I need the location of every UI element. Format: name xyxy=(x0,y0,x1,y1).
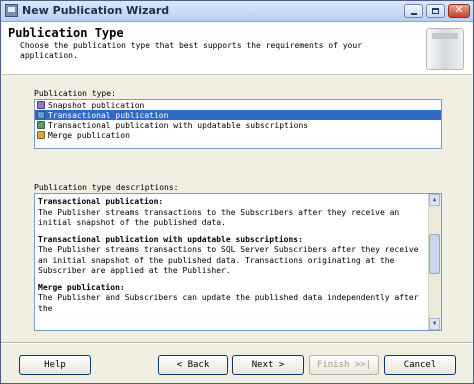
snapshot-publication-icon xyxy=(37,101,45,109)
description-scrollbar[interactable]: ▲ ▼ xyxy=(428,194,441,330)
description-text: The Publisher streams transactions to SQ… xyxy=(38,245,419,275)
description-title: Transactional publication: xyxy=(38,197,164,206)
wizard-header-graphic-icon xyxy=(426,28,464,70)
wizard-header: Publication Type Choose the publication … xyxy=(2,22,472,75)
minimize-icon xyxy=(411,13,417,15)
close-button[interactable]: ✕ xyxy=(448,3,470,18)
back-button[interactable]: < Back xyxy=(158,355,228,375)
footer-separator xyxy=(1,342,473,344)
description-box[interactable]: Transactional publication: The Publisher… xyxy=(34,193,442,331)
scroll-down-icon[interactable]: ▼ xyxy=(429,318,440,330)
publication-type-label: Publication type: xyxy=(34,89,116,98)
window-title: New Publication Wizard xyxy=(22,4,170,17)
publication-type-list[interactable]: Snapshot publication Transactional publi… xyxy=(34,99,442,149)
scroll-up-icon[interactable]: ▲ xyxy=(429,194,440,206)
list-item-label: Transactional publication xyxy=(48,110,169,120)
list-item-label: Snapshot publication xyxy=(48,100,145,110)
description-title: Transactional publication with updatable… xyxy=(38,234,303,244)
list-item-transactional-updatable[interactable]: Transactional publication with updatable… xyxy=(35,120,441,130)
descriptions-label: Publication type descriptions: xyxy=(34,183,179,192)
description-text: The Publisher and Subscribers can update… xyxy=(38,293,419,313)
list-item-merge[interactable]: Merge publication xyxy=(35,130,441,140)
list-item-label: Transactional publication with updatable… xyxy=(48,120,309,130)
wizard-app-icon xyxy=(5,4,18,17)
description-content: Transactional publication: The Publisher… xyxy=(38,197,426,314)
updatable-publication-icon xyxy=(37,121,45,129)
maximize-button[interactable] xyxy=(426,4,445,18)
description-title: Merge publication: xyxy=(38,282,125,292)
finish-button[interactable]: Finish >>| xyxy=(309,355,379,375)
maximize-icon xyxy=(432,8,439,14)
cancel-button[interactable]: Cancel xyxy=(384,355,456,375)
description-text: The Publisher streams transactions to th… xyxy=(38,207,400,228)
page-description: Choose the publication type that best su… xyxy=(20,41,362,60)
list-item-snapshot[interactable]: Snapshot publication xyxy=(35,100,441,110)
wizard-window: New Publication Wizard ✕ Publication Typ… xyxy=(0,0,474,384)
merge-publication-icon xyxy=(37,131,45,139)
scroll-thumb[interactable] xyxy=(429,234,440,274)
title-bar[interactable]: New Publication Wizard ✕ xyxy=(1,1,473,22)
close-icon: ✕ xyxy=(454,3,464,16)
page-title: Publication Type xyxy=(8,26,124,40)
transactional-publication-icon xyxy=(37,111,45,119)
list-item-label: Merge publication xyxy=(48,130,130,140)
next-button[interactable]: Next > xyxy=(232,355,304,375)
help-button[interactable]: Help xyxy=(19,355,91,375)
list-item-transactional[interactable]: Transactional publication xyxy=(35,110,441,120)
minimize-button[interactable] xyxy=(404,4,423,18)
